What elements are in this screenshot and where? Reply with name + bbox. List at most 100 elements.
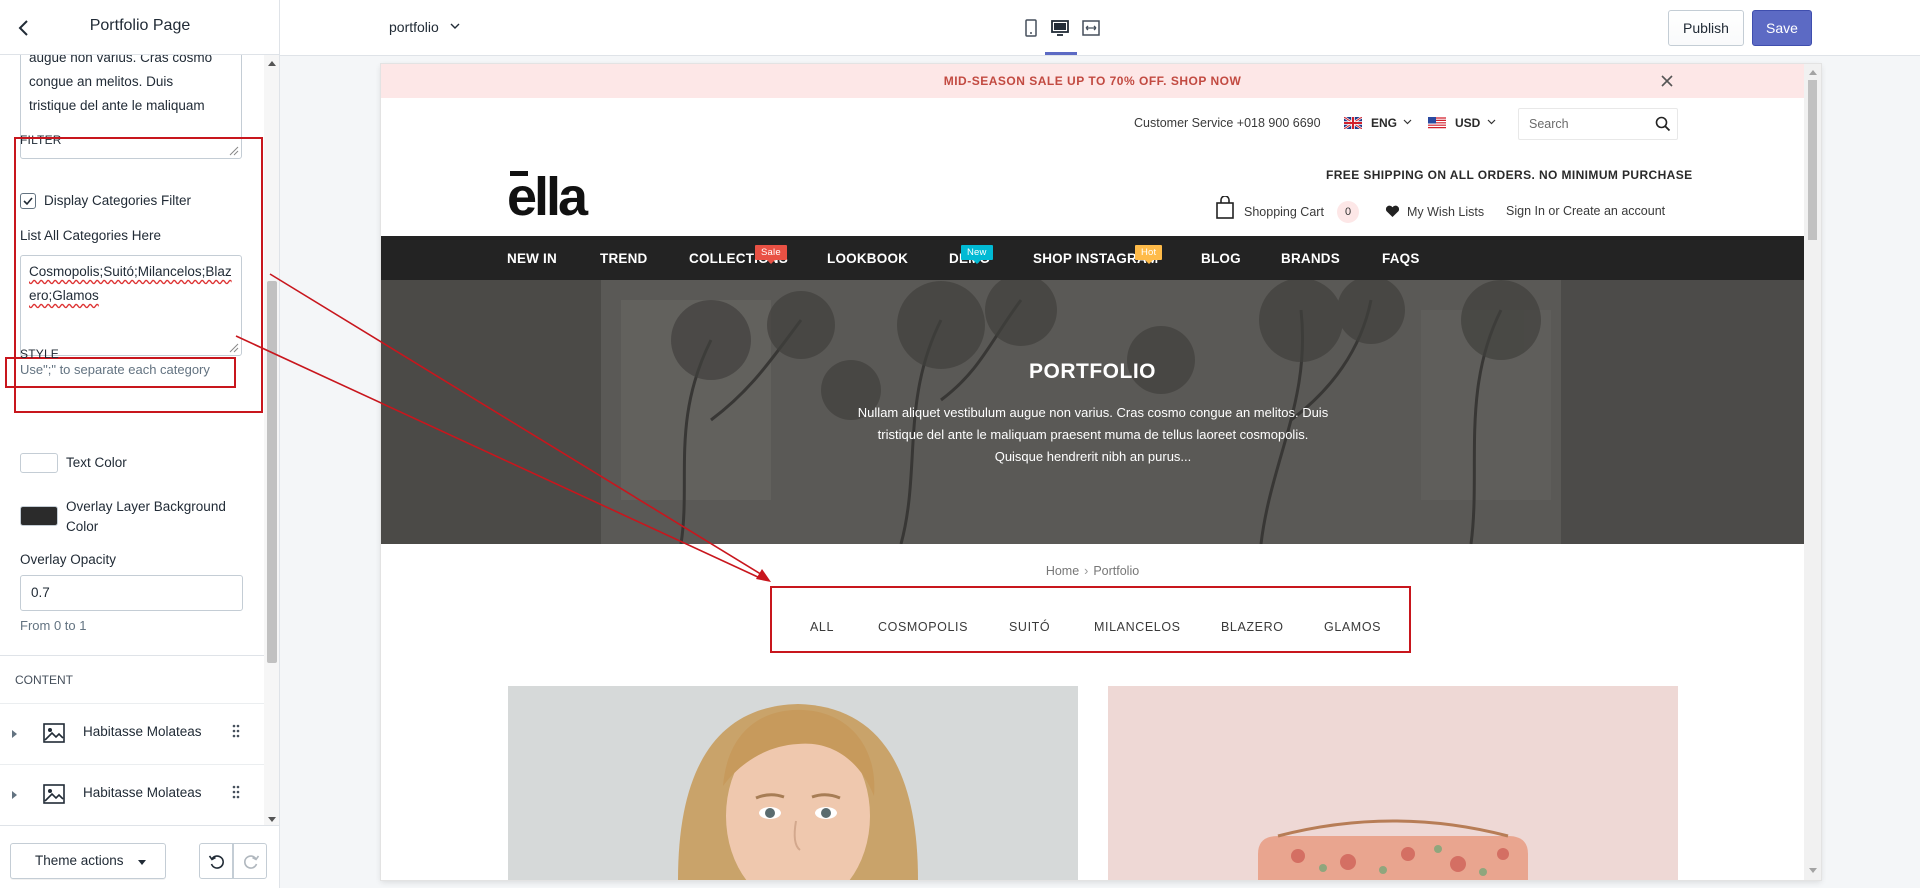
category-tab-all[interactable]: ALL — [810, 620, 834, 634]
shopping-cart-link[interactable]: Shopping Cart — [1244, 205, 1324, 219]
redo-icon — [244, 855, 260, 869]
category-tab-blazero[interactable]: BLAZERO — [1221, 620, 1284, 634]
uk-flag-icon — [1344, 117, 1362, 129]
desktop-view-icon[interactable] — [1046, 14, 1074, 42]
preview-scrollbar[interactable] — [1804, 64, 1821, 880]
redo-button[interactable] — [233, 843, 267, 879]
nav-item-label: FAQS — [1382, 251, 1420, 266]
storefront-preview: MID-SEASON SALE UP TO 70% OFF. SHOP NOW … — [381, 64, 1821, 880]
sidebar-scrollbar[interactable] — [264, 55, 279, 825]
hero-description: Nullam aliquet vestibulum augue non vari… — [857, 405, 1329, 464]
nav-item-demo[interactable]: DEMO New — [949, 245, 993, 266]
shopping-bag-icon[interactable] — [1215, 196, 1235, 220]
image-icon — [43, 784, 65, 804]
storefront-search-input[interactable]: Search — [1518, 108, 1678, 140]
overlay-color-label: Overlay Layer Background Color — [66, 499, 226, 534]
content-block-label: Habitasse Molateas — [83, 785, 202, 800]
portfolio-item-image[interactable] — [508, 686, 1078, 880]
search-icon[interactable] — [1655, 116, 1671, 132]
display-categories-checkbox[interactable] — [20, 193, 36, 209]
page-selector-label: portfolio — [389, 19, 439, 35]
nav-item-label: NEW IN — [507, 251, 557, 266]
category-tab-suito[interactable]: SUITÓ — [1009, 620, 1050, 634]
close-icon[interactable] — [1659, 73, 1675, 89]
mobile-view-icon[interactable] — [1017, 14, 1045, 42]
category-tab-milancelos[interactable]: MILANCELOS — [1094, 620, 1181, 634]
account-link[interactable]: Sign In or Create an account — [1506, 204, 1665, 218]
filter-section-label: FILTER — [20, 133, 62, 147]
undo-icon — [208, 855, 224, 869]
resize-grip-icon[interactable] — [229, 343, 239, 353]
content-block-row[interactable]: Habitasse Molateas — [0, 703, 264, 763]
currency-selector[interactable]: USD — [1455, 116, 1480, 130]
nav-item-trend[interactable]: TREND — [600, 251, 648, 266]
theme-editor-sidebar: Portfolio Page augue non varius. Cras co… — [0, 0, 280, 888]
publish-button[interactable]: Publish — [1668, 10, 1744, 46]
nav-item-new-in[interactable]: NEW IN — [507, 251, 557, 266]
text-color-label: Text Color — [66, 455, 127, 470]
sidebar-footer: Theme actions — [0, 825, 279, 888]
announcement-bar[interactable]: MID-SEASON SALE UP TO 70% OFF. SHOP NOW — [381, 64, 1804, 98]
chevron-down-icon — [1403, 119, 1412, 125]
category-tab-glamos[interactable]: GLAMOS — [1324, 620, 1381, 634]
scroll-up-icon[interactable] — [268, 61, 276, 66]
portrait-photo — [508, 686, 1078, 880]
scrollbar-thumb[interactable] — [1808, 80, 1817, 240]
free-shipping-text: FREE SHIPPING ON ALL ORDERS. NO MINIMUM … — [1326, 168, 1693, 182]
content-section-label: CONTENT — [15, 673, 73, 687]
scroll-down-icon[interactable] — [268, 817, 276, 822]
overlay-opacity-input[interactable]: 0.7 — [20, 575, 243, 611]
expand-caret-icon[interactable] — [12, 791, 17, 799]
breadcrumb-home[interactable]: Home — [1046, 564, 1079, 578]
chevron-down-icon — [1487, 119, 1496, 125]
resize-grip-icon[interactable] — [229, 146, 239, 156]
text-color-swatch[interactable] — [20, 453, 58, 473]
page-selector[interactable]: portfolio — [389, 19, 460, 35]
overlay-opacity-help: From 0 to 1 — [20, 618, 87, 633]
store-header: ella FREE SHIPPING ON ALL ORDERS. NO MIN… — [381, 148, 1804, 236]
hot-badge: Hot — [1135, 245, 1163, 264]
caret-down-icon — [138, 860, 146, 865]
description-text: augue non varius. Cras cosmo congue an m… — [29, 55, 213, 113]
nav-item-brands[interactable]: BRANDS — [1281, 251, 1340, 266]
sidebar-header: Portfolio Page — [0, 0, 279, 55]
theme-actions-label: Theme actions — [35, 853, 124, 868]
utility-bar: Customer Service +018 900 6690 ENG USD S… — [381, 98, 1804, 148]
overlay-color-swatch[interactable] — [20, 506, 58, 526]
scroll-down-icon[interactable] — [1809, 868, 1817, 873]
undo-button[interactable] — [199, 843, 233, 879]
category-tab-cosmopolis[interactable]: COSMOPOLIS — [878, 620, 968, 634]
wishlist-link[interactable]: My Wish Lists — [1407, 205, 1484, 219]
nav-item-collections[interactable]: COLLECTIONS Sale — [689, 245, 788, 266]
nav-item-label: BRANDS — [1281, 251, 1340, 266]
search-placeholder: Search — [1529, 117, 1569, 131]
expand-caret-icon[interactable] — [12, 730, 17, 738]
customer-service-text: Customer Service +018 900 6690 — [1134, 116, 1321, 130]
theme-actions-button[interactable]: Theme actions — [10, 843, 166, 879]
fullscreen-view-icon[interactable] — [1077, 14, 1105, 42]
save-button[interactable]: Save — [1752, 10, 1812, 46]
drag-handle-icon[interactable] — [232, 724, 240, 738]
sidebar-settings-panel: augue non varius. Cras cosmo congue an m… — [0, 55, 264, 825]
content-block-row[interactable]: Habitasse Molateas — [0, 764, 264, 824]
nav-item-blog[interactable]: BLOG — [1201, 251, 1241, 266]
us-flag-icon — [1428, 117, 1446, 129]
store-logo[interactable]: ella — [507, 170, 588, 224]
portfolio-item-image[interactable] — [1108, 686, 1678, 880]
categories-text: Cosmopolis;Suitó;Milancelos;Blazero;Glam… — [29, 264, 232, 303]
categories-textarea[interactable]: Cosmopolis;Suitó;Milancelos;Blazero;Glam… — [20, 255, 242, 356]
chevron-down-icon — [450, 23, 460, 29]
heart-icon[interactable] — [1385, 205, 1400, 218]
drag-handle-icon[interactable] — [232, 785, 240, 799]
nav-item-shop-instagram[interactable]: SHOP INSTAGRAM Hot — [1033, 245, 1163, 266]
scroll-up-icon[interactable] — [1809, 70, 1817, 75]
breadcrumb-current: Portfolio — [1093, 564, 1140, 578]
section-divider — [0, 655, 264, 656]
nav-item-faqs[interactable]: FAQS — [1382, 251, 1420, 266]
language-selector[interactable]: ENG — [1371, 116, 1397, 130]
scrollbar-thumb[interactable] — [267, 281, 277, 663]
nav-item-lookbook[interactable]: LOOKBOOK — [827, 251, 908, 266]
categories-hint: Use";" to separate each category — [20, 362, 210, 377]
announcement-text: MID-SEASON SALE UP TO 70% OFF. SHOP NOW — [943, 74, 1242, 88]
new-badge: New — [961, 245, 993, 264]
